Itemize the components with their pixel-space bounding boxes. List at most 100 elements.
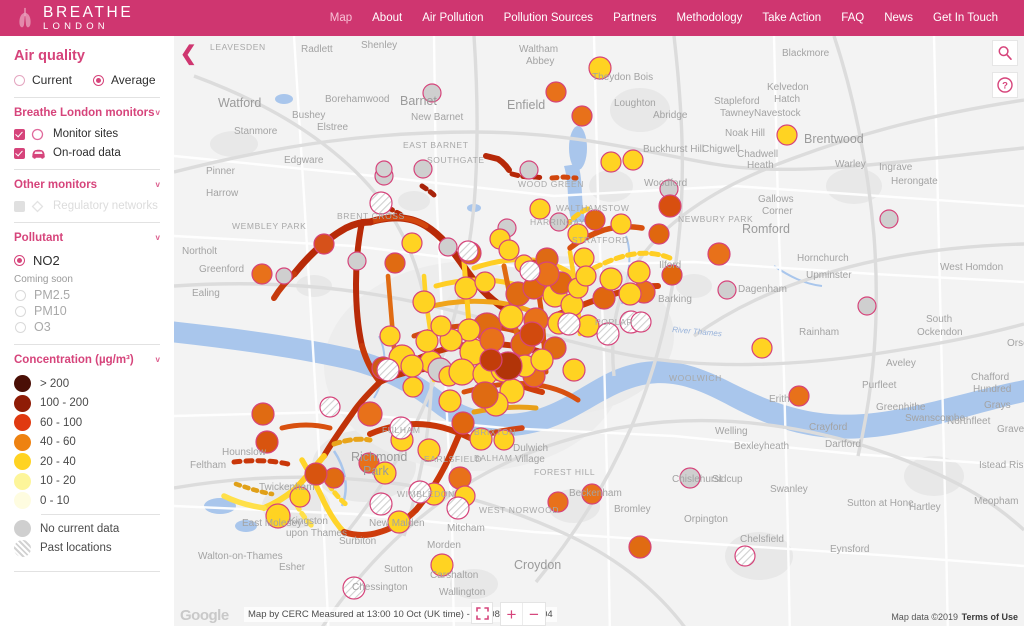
divider: [14, 222, 160, 223]
legend-label: 60 - 100: [40, 416, 83, 429]
legend-item: 100 - 200: [14, 394, 160, 412]
section-heading-label: Breathe London monitors: [14, 107, 155, 119]
terms-of-use-link[interactable]: Terms of Use: [962, 612, 1018, 622]
filter-on-road-data[interactable]: On-road data: [14, 147, 160, 159]
radio-pm10[interactable]: [15, 305, 26, 317]
help-icon: ?: [997, 77, 1013, 93]
map-help-button[interactable]: ?: [992, 72, 1018, 98]
zoom-button-pair: + −: [500, 602, 546, 626]
nav-item-methodology[interactable]: Methodology: [667, 12, 753, 24]
coming-soon-label: Coming soon: [14, 274, 73, 285]
divider: [14, 97, 160, 98]
filter-on-road-data-label: On-road data: [53, 147, 121, 159]
nav-item-air-pollution[interactable]: Air Pollution: [412, 12, 493, 24]
section-breathe-london-monitors[interactable]: Breathe London monitors v: [14, 107, 160, 119]
filter-monitor-sites[interactable]: Monitor sites: [14, 128, 160, 140]
chevron-down-icon: v: [155, 354, 160, 364]
legend-label: Past locations: [40, 542, 112, 554]
nav-item-about[interactable]: About: [362, 12, 412, 24]
nav-item-take-action[interactable]: Take Action: [752, 12, 831, 24]
pollutant-option-pm25[interactable]: PM2.5: [14, 288, 160, 302]
legend-swatch-past-locations: [14, 539, 31, 557]
pollutant-option-no2[interactable]: NO2: [14, 253, 160, 268]
car-icon: [31, 147, 47, 159]
concentration-legend: > 200 100 - 200 60 - 100 40 - 60 20 - 40…: [14, 375, 160, 557]
radio-current[interactable]: [14, 74, 25, 86]
checkbox-regulatory-networks[interactable]: [14, 200, 25, 212]
legend-label: 10 - 20: [40, 475, 76, 487]
mode-radio-group: Current Average: [14, 73, 160, 87]
nav-item-faq[interactable]: FAQ: [831, 12, 874, 24]
nav-item-get-in-touch[interactable]: Get In Touch: [923, 12, 1008, 24]
zoom-in-button[interactable]: +: [501, 603, 523, 625]
legend-label: 20 - 40: [40, 455, 76, 468]
legend-item: 60 - 100: [14, 414, 160, 431]
map-data-copyright: Map data ©2019: [891, 612, 958, 622]
legend-label: 0 - 10: [40, 494, 70, 507]
legend-swatch-no-data: [14, 520, 31, 537]
logo-line-2: LONDON: [43, 21, 109, 32]
legend-item-no-data: No current data: [14, 520, 160, 537]
chevron-down-icon: v: [155, 107, 160, 117]
site-logo[interactable]: BREATHE LONDON: [0, 4, 133, 32]
legend-label: 100 - 200: [40, 397, 89, 409]
pollutant-no2-label: NO2: [33, 253, 60, 268]
section-concentration[interactable]: Concentration (µg/m³) v: [14, 354, 160, 366]
radio-average[interactable]: [93, 74, 105, 86]
page-title: Air quality: [14, 48, 85, 64]
breathe-london-map-app: BREATHE LONDON Map About Air Pollution P…: [0, 0, 1024, 640]
map-graphics: River Thames: [174, 36, 1024, 640]
footer-strip: [0, 626, 1024, 640]
fullscreen-button[interactable]: [471, 602, 493, 624]
pollutant-option-o3[interactable]: O3: [14, 320, 160, 334]
pollutant-pm10-label: PM10: [34, 304, 67, 318]
map-search-button[interactable]: [992, 40, 1018, 66]
nav-item-map[interactable]: Map: [320, 12, 362, 24]
pollutant-option-pm10[interactable]: PM10: [14, 304, 160, 318]
pollutant-pm25-label: PM2.5: [34, 288, 71, 302]
checkbox-on-road-data[interactable]: [14, 147, 25, 159]
section-heading-label: Pollutant: [14, 232, 64, 244]
nav-item-partners[interactable]: Partners: [603, 12, 666, 24]
section-pollutant[interactable]: Pollutant v: [14, 232, 160, 244]
sidebar-collapse-button[interactable]: ❮: [180, 44, 197, 64]
legend-label: No current data: [40, 522, 120, 535]
section-other-monitors[interactable]: Other monitors v: [14, 179, 160, 191]
map-canvas[interactable]: River Thames LEAVESDEN Radlett Shenley Watf…: [174, 36, 1024, 640]
radio-o3[interactable]: [15, 321, 26, 333]
legend-item: 40 - 60: [14, 433, 160, 451]
lungs-icon: [19, 7, 31, 28]
legend-item: 0 - 10: [14, 492, 160, 509]
legend-item: > 200: [14, 375, 160, 392]
divider: [14, 169, 160, 170]
legend-swatch: [14, 414, 31, 431]
nav-item-news[interactable]: News: [874, 12, 923, 24]
filter-regulatory-networks-label: Regulatory networks: [53, 200, 158, 212]
zoom-out-button[interactable]: −: [523, 603, 545, 625]
main-nav: Map About Air Pollution Pollution Source…: [320, 12, 1024, 24]
svg-text:?: ?: [1002, 81, 1008, 92]
checkbox-monitor-sites[interactable]: [14, 128, 25, 140]
legend-swatch: [14, 492, 31, 509]
google-watermark: Google: [180, 607, 229, 624]
divider: [41, 514, 160, 515]
section-heading-label: Concentration (µg/m³): [14, 354, 134, 366]
radio-no2[interactable]: [14, 255, 25, 266]
legend-swatch: [14, 433, 31, 451]
search-icon: [998, 46, 1012, 60]
map-zoom-controls: + −: [471, 602, 546, 626]
legend-swatch: [14, 394, 31, 412]
divider: [14, 570, 160, 572]
legend-swatch: [14, 453, 31, 470]
nav-item-pollution-sources[interactable]: Pollution Sources: [494, 12, 604, 24]
pollutant-o3-label: O3: [34, 320, 51, 334]
section-heading-label: Other monitors: [14, 179, 98, 191]
legend-item: 20 - 40: [14, 453, 160, 470]
filter-monitor-sites-label: Monitor sites: [53, 128, 119, 140]
legend-label: 40 - 60: [40, 436, 76, 448]
chevron-down-icon: v: [155, 232, 160, 242]
filter-regulatory-networks[interactable]: Regulatory networks: [14, 200, 160, 212]
radio-pm25[interactable]: [15, 289, 26, 301]
legend-swatch: [14, 472, 31, 490]
divider: [14, 344, 160, 345]
